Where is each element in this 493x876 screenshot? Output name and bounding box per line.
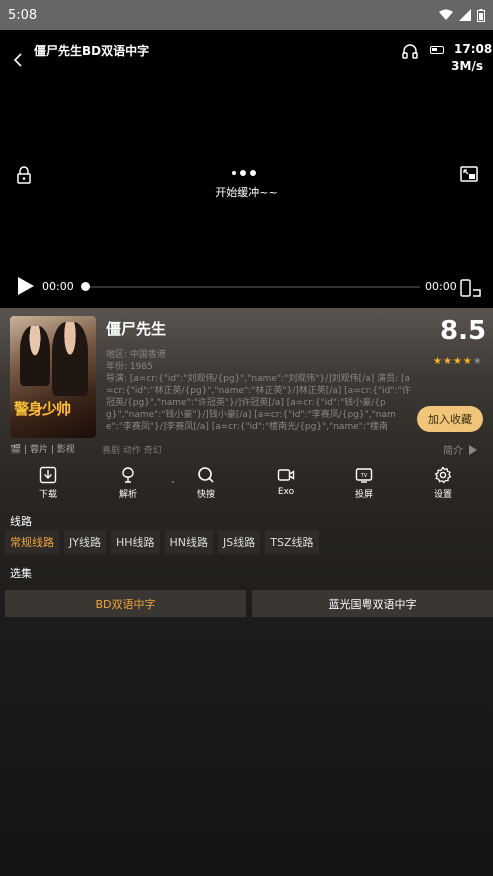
line-chip[interactable]: HN线路	[164, 530, 214, 554]
parse-button[interactable]: 解析	[98, 466, 158, 500]
buffer-text: 开始缓冲~~	[215, 186, 278, 199]
status-time: 5:08	[8, 7, 38, 23]
intro-label: 简介	[443, 446, 463, 457]
line-chip[interactable]: JY线路	[64, 530, 106, 554]
network-speed: 3M/s	[451, 59, 483, 73]
quick-search-label: 快搜	[196, 490, 215, 500]
player-clock: 17:08	[454, 42, 493, 56]
parse-icon	[122, 467, 134, 483]
episodes-section-title: 选集	[10, 567, 32, 580]
status-icons	[439, 8, 485, 22]
line-chip[interactable]: JS线路	[218, 530, 261, 554]
intro-link[interactable]: 简介	[443, 442, 477, 457]
line-chip[interactable]: TSZ线路	[265, 530, 319, 554]
back-icon[interactable]	[8, 50, 28, 70]
lines-section-title: 线路	[10, 515, 32, 528]
cast-label: 投屏	[354, 490, 373, 500]
action-toolbar: 下载 解析 快搜 Exo TV 投屏 设置	[0, 466, 493, 506]
headphone-icon[interactable]	[401, 42, 419, 60]
pip-icon[interactable]	[460, 166, 478, 182]
tv-icon: TV	[355, 468, 373, 483]
line-chip[interactable]: HH线路	[110, 530, 160, 554]
battery-status-icon	[477, 8, 485, 22]
battery-icon	[430, 46, 444, 54]
play-arrow-icon	[469, 444, 477, 455]
progress-bar[interactable]	[84, 286, 420, 288]
exo-label: Exo	[277, 487, 295, 497]
progress-knob[interactable]	[81, 282, 90, 291]
star-icon: ★	[433, 356, 442, 367]
movie-title: 僵尸先生	[106, 320, 167, 338]
download-icon	[39, 466, 57, 484]
search-icon	[198, 467, 214, 483]
exo-button[interactable]: Exo	[256, 466, 316, 497]
half-star-icon: ★	[472, 356, 482, 367]
download-button[interactable]: 下载	[18, 466, 78, 500]
movie-region: 地区: 中国香港	[106, 350, 166, 360]
rotate-screen-icon[interactable]	[460, 278, 482, 298]
add-favorite-button[interactable]: 加入收藏	[417, 406, 483, 432]
star-icon: ★	[442, 356, 452, 367]
settings-label: 设置	[433, 490, 452, 500]
video-icon	[277, 469, 295, 481]
current-time: 00:00	[42, 280, 74, 293]
wifi-icon	[439, 9, 453, 20]
lock-icon[interactable]	[16, 166, 32, 184]
movie-score: 8.5	[440, 316, 487, 346]
video-player[interactable]: 僵尸先生BD双语中字 17:08 3M/s 开始缓冲~~ 00:00 00:00	[0, 30, 493, 308]
total-time: 00:00	[425, 280, 457, 293]
svg-text:TV: TV	[360, 473, 368, 479]
signal-icon	[459, 9, 471, 21]
loading-indicator	[232, 170, 256, 176]
parse-label: 解析	[118, 490, 137, 500]
genre-tags: 喜剧 动作 奇幻	[102, 446, 162, 456]
episode-list: BD双语中字 蓝光国粤双语中字	[5, 590, 493, 617]
play-icon[interactable]	[15, 276, 35, 296]
detail-panel: 警身少帅 僵尸先生 地区: 中国香港 年份: 1985 导演: [a=cr:{"…	[0, 308, 493, 876]
episode-chip[interactable]: BD双语中字	[5, 590, 246, 617]
movie-year: 年份: 1985	[106, 362, 153, 372]
movie-cast: 导演: [a=cr:{"id":"刘观伟/{pg}","name":"刘观伟"}…	[106, 374, 411, 432]
line-list: 常规线路 JY线路 HH线路 HN线路 JS线路 TSZ线路	[5, 530, 319, 554]
quick-search-button[interactable]: 快搜	[176, 466, 236, 500]
line-chip[interactable]: 常规线路	[5, 530, 59, 554]
download-label: 下载	[38, 490, 57, 500]
source-info: 🎬 | 蓉片 | 影视	[10, 445, 75, 455]
settings-button[interactable]: 设置	[413, 466, 473, 500]
movie-poster: 警身少帅	[10, 316, 96, 438]
cast-button[interactable]: TV 投屏	[334, 466, 394, 500]
episode-chip[interactable]: 蓝光国粤双语中字	[252, 590, 493, 617]
video-title: 僵尸先生BD双语中字	[34, 44, 150, 58]
status-bar: 5:08	[0, 0, 493, 30]
star-icon: ★	[452, 356, 462, 367]
star-icon: ★	[462, 356, 472, 367]
poster-title-art: 警身少帅	[14, 400, 71, 418]
gear-icon	[434, 466, 452, 484]
rating-stars: ★ ★ ★ ★ ★	[433, 356, 482, 367]
toolbar-dot	[172, 481, 174, 483]
